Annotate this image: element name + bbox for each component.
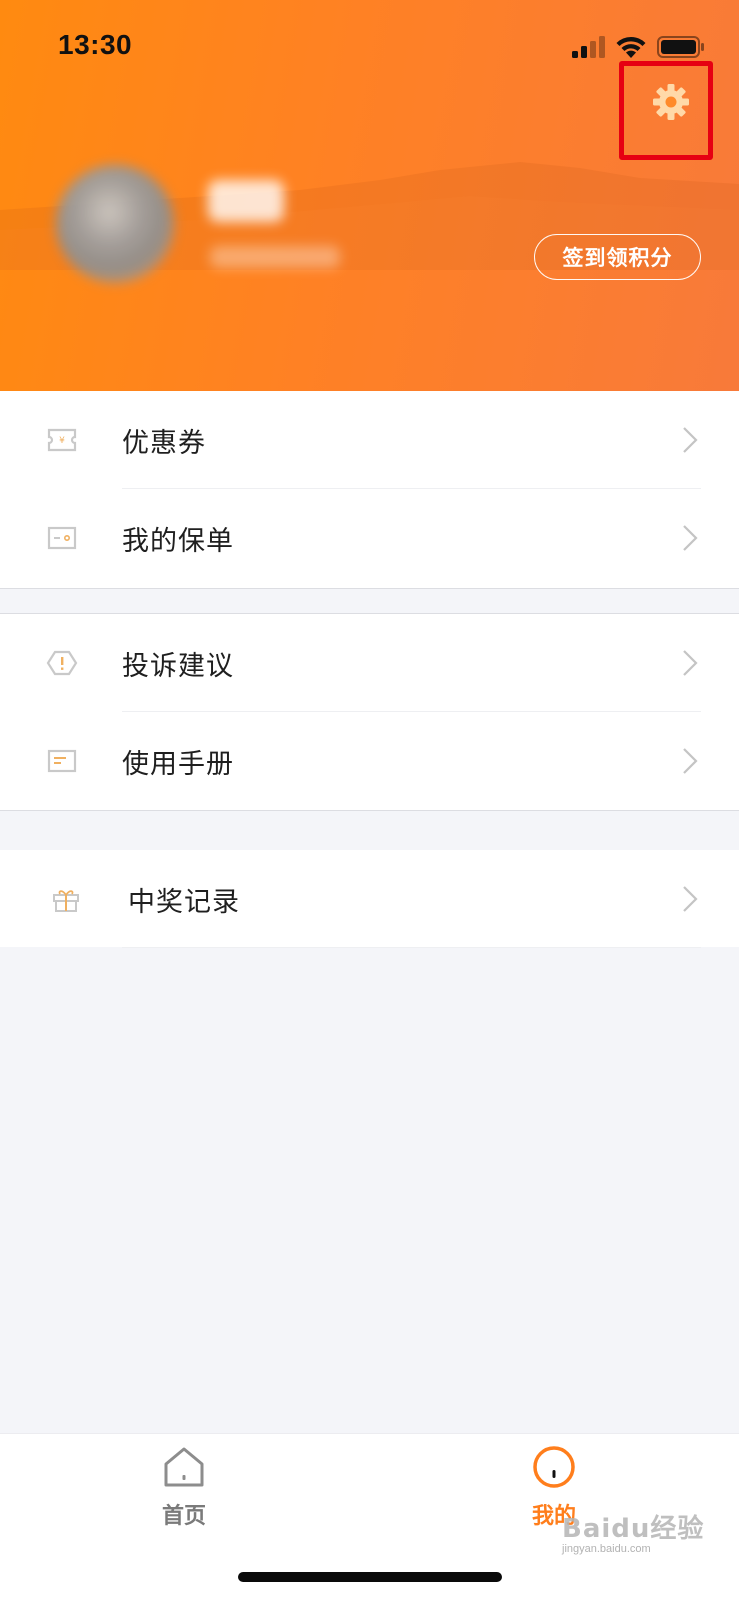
menu-label: 使用手册	[122, 749, 234, 779]
battery-icon	[657, 36, 704, 58]
home-indicator[interactable]	[238, 1572, 502, 1582]
menu-item-prize-records[interactable]: 中奖记录	[0, 850, 739, 948]
cellular-signal-icon	[572, 36, 605, 58]
menu-group-rewards: 中奖记录	[0, 850, 739, 948]
manual-icon	[47, 749, 77, 773]
menu-label: 中奖记录	[128, 887, 240, 917]
avatar[interactable]	[56, 165, 174, 283]
svg-text:¥: ¥	[59, 436, 65, 446]
user-info-blurred	[210, 246, 340, 268]
menu-item-my-policies[interactable]: 我的保单	[0, 489, 739, 587]
chevron-right-icon	[683, 525, 698, 551]
menu-label: 我的保单	[122, 526, 234, 556]
policy-icon	[47, 526, 77, 550]
tab-home[interactable]: 首页	[124, 1444, 244, 1544]
divider	[122, 947, 701, 948]
baidu-watermark: Baidu经验 jingyan.baidu.com	[562, 1508, 722, 1560]
chevron-right-icon	[683, 427, 698, 453]
coupon-icon: ¥	[47, 428, 77, 452]
chevron-right-icon	[683, 650, 698, 676]
watermark-main: Baidu经验	[562, 1514, 705, 1544]
checkin-points-button[interactable]: 签到领积分	[534, 234, 701, 280]
chevron-right-icon	[683, 748, 698, 774]
menu-group-support: 投诉建议 使用手册	[0, 613, 739, 811]
tab-home-label: 首页	[161, 1503, 206, 1528]
menu-item-complaints[interactable]: 投诉建议	[0, 614, 739, 712]
menu-group-account: ¥ 优惠券 我的保单	[0, 391, 739, 589]
menu-item-user-manual[interactable]: 使用手册	[0, 712, 739, 810]
menu-label: 投诉建议	[122, 651, 234, 681]
wifi-icon	[616, 36, 646, 58]
menu-item-coupons[interactable]: ¥ 优惠券	[0, 391, 739, 489]
home-icon	[164, 1447, 204, 1487]
chevron-right-icon	[683, 886, 698, 912]
profile-icon	[533, 1446, 575, 1488]
gear-icon[interactable]	[651, 82, 691, 122]
profile-header: 13:30 签到领积分	[0, 0, 739, 391]
complaint-icon	[46, 650, 78, 676]
gift-icon	[53, 890, 79, 912]
menu-label: 优惠券	[122, 428, 206, 458]
status-time: 13:30	[58, 29, 133, 60]
username-blurred	[208, 180, 284, 222]
